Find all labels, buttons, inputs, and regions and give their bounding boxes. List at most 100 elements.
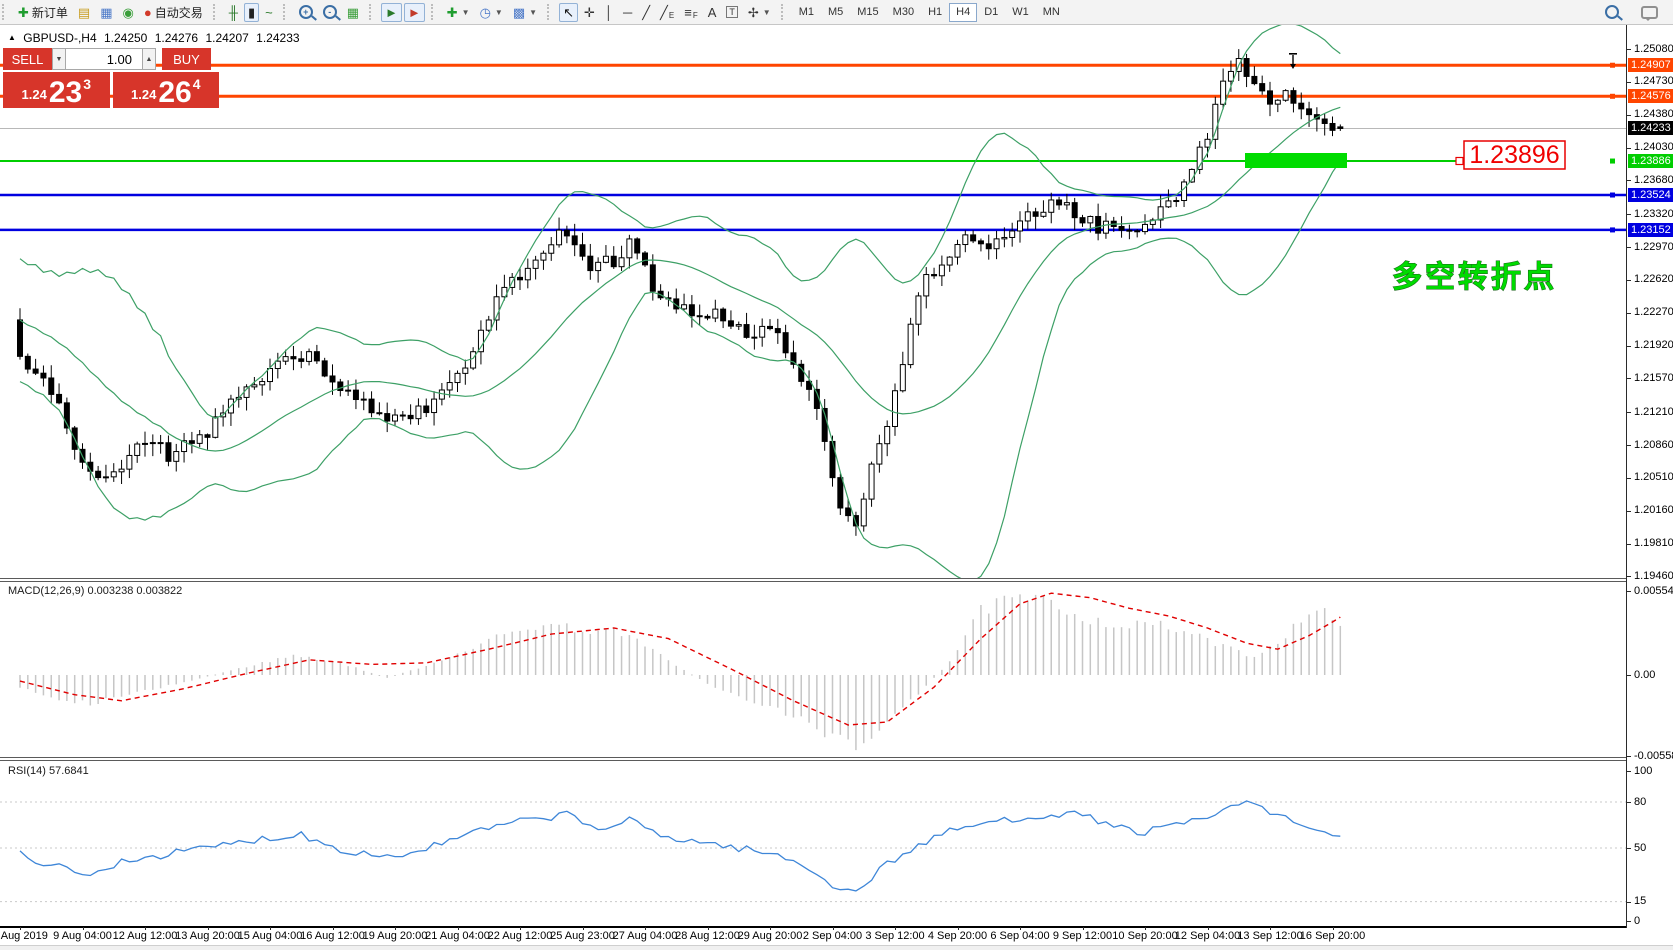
- price-tick-label: 1.25080: [1634, 43, 1673, 55]
- time-axis[interactable]: 7 Aug 20199 Aug 04:0012 Aug 12:0013 Aug …: [0, 929, 1626, 945]
- macd-signal-line: [20, 593, 1340, 725]
- chart-shift-button[interactable]: ►: [404, 3, 425, 22]
- volume-input[interactable]: [66, 48, 142, 70]
- support-zone-rectangle[interactable]: [1245, 153, 1347, 168]
- indicators-button[interactable]: ✚▼: [443, 3, 474, 22]
- market-watch-button[interactable]: ▤: [74, 3, 94, 22]
- arrows-icon: ✢: [748, 6, 759, 19]
- tile-windows-button[interactable]: ▦: [343, 3, 363, 22]
- price-axis[interactable]: 1.250801.247301.243801.240301.236801.233…: [1626, 25, 1673, 928]
- axis-tick: [1627, 445, 1631, 446]
- time-tick: [333, 927, 334, 930]
- buy-button[interactable]: BUY: [162, 48, 211, 70]
- axis-tick: [1627, 848, 1631, 849]
- axis-tick: [1627, 771, 1631, 772]
- rsi-tick-label: 80: [1634, 796, 1646, 808]
- axis-tick: [1627, 115, 1631, 116]
- rsi-tick-label: 15: [1634, 895, 1646, 907]
- toolbar-group-zoom: +-▦: [291, 0, 367, 24]
- timeframe-m5[interactable]: M5: [821, 3, 850, 22]
- panel-separator[interactable]: [0, 757, 1673, 761]
- time-tick-label: 2 Sep 04:00: [803, 930, 862, 942]
- collapse-panel-arrow[interactable]: ▲: [8, 33, 16, 42]
- price-tick-label: 1.24380: [1634, 108, 1673, 120]
- text-button[interactable]: A: [704, 3, 721, 22]
- time-tick: [1208, 927, 1209, 930]
- timeframe-m15[interactable]: M15: [850, 3, 885, 22]
- toolbar-grip: [547, 4, 551, 20]
- toolbar-group-timeframes: M1M5M15M30H1H4D1W1MN: [789, 0, 1070, 24]
- turning-point-annotation[interactable]: 多空转折点: [1392, 261, 1557, 294]
- time-tick: [208, 927, 209, 930]
- timeframe-h4[interactable]: H4: [949, 3, 977, 22]
- auto-trading-button[interactable]: ●自动交易: [140, 3, 207, 22]
- bar-chart-button[interactable]: ╫: [225, 3, 242, 22]
- timeframe-m30[interactable]: M30: [886, 3, 921, 22]
- time-tick: [895, 927, 896, 930]
- navigator-button[interactable]: ◉: [119, 3, 138, 22]
- volume-increase-button[interactable]: ▲: [142, 48, 156, 70]
- crosshair-button[interactable]: ✛: [580, 3, 599, 22]
- fibonacci-icon: ≡: [684, 6, 692, 19]
- ohlc-low: 1.24207: [205, 31, 248, 45]
- horizontal-line-icon: ─: [623, 6, 632, 19]
- axis-tick: [1627, 591, 1631, 592]
- zoom-in-button[interactable]: +: [295, 3, 317, 22]
- icon-subscript: F: [693, 11, 698, 20]
- hline-price-box: 1.23886: [1628, 154, 1673, 168]
- trendline-button[interactable]: ╱: [638, 3, 654, 22]
- auto-scroll-button[interactable]: ►: [381, 3, 402, 22]
- macd-panel-canvas[interactable]: [0, 582, 1626, 758]
- arrows-button[interactable]: ✢▼: [744, 3, 775, 22]
- horizontal-line-button[interactable]: ─: [619, 3, 636, 22]
- zoom-out-button[interactable]: -: [319, 3, 341, 22]
- timeframe-mn[interactable]: MN: [1036, 3, 1067, 22]
- trendline-icon: ╱: [642, 6, 650, 19]
- templates-button[interactable]: ▩▼: [509, 3, 541, 22]
- time-tick-label: 13 Aug 20:00: [175, 930, 240, 942]
- sell-price[interactable]: 1.24 23 3: [3, 72, 110, 108]
- time-tick-label: 7 Aug 2019: [0, 930, 48, 942]
- periods-button[interactable]: ◷▼: [476, 3, 507, 22]
- text-label-button[interactable]: T: [722, 3, 742, 22]
- timeframe-m1[interactable]: M1: [792, 3, 821, 22]
- toolbar-grip: [369, 4, 373, 20]
- new-order-button[interactable]: ✚新订单: [14, 3, 72, 22]
- fibonacci-button[interactable]: ≡F: [680, 3, 701, 22]
- axis-tick: [1627, 82, 1631, 83]
- volume-decrease-button[interactable]: ▼: [52, 48, 66, 70]
- time-tick: [145, 927, 146, 930]
- rsi-panel-canvas[interactable]: [0, 762, 1626, 928]
- candlestick-chart-button[interactable]: ▮: [244, 3, 259, 22]
- timeframe-d1[interactable]: D1: [977, 3, 1005, 22]
- one-click-trading-panel: SELL ▼ ▲ BUY 1.24 23 3 1.24 26 4: [3, 48, 219, 108]
- line-chart-button[interactable]: ~: [261, 3, 277, 22]
- time-tick: [1333, 927, 1334, 930]
- price-callout[interactable]: 1.23896: [1456, 141, 1565, 169]
- time-tick-label: 27 Aug 04:00: [613, 930, 678, 942]
- panel-separator[interactable]: [0, 578, 1673, 582]
- timeframe-w1[interactable]: W1: [1005, 3, 1036, 22]
- rsi-tick-label: 100: [1634, 765, 1652, 777]
- chat-button[interactable]: [1637, 3, 1662, 22]
- channel-button[interactable]: ╱E: [656, 3, 678, 22]
- hline-price-box: 1.23524: [1628, 188, 1673, 202]
- cursor-button[interactable]: ↖: [559, 3, 578, 22]
- time-tick-label: 29 Aug 20:00: [738, 930, 803, 942]
- sell-button[interactable]: SELL: [3, 48, 52, 70]
- time-tick-label: 12 Sep 04:00: [1175, 930, 1240, 942]
- buy-price[interactable]: 1.24 26 4: [113, 72, 220, 108]
- axis-tick: [1627, 280, 1631, 281]
- time-tick: [833, 927, 834, 930]
- main-chart-canvas[interactable]: 1.23896 多空转折点: [0, 25, 1626, 579]
- timeframe-h1[interactable]: H1: [921, 3, 949, 22]
- rsi-tick-label: 50: [1634, 842, 1646, 854]
- time-tick: [1083, 927, 1084, 930]
- horizontal-line-objects[interactable]: [0, 63, 1626, 233]
- price-tick-label: 1.21210: [1634, 406, 1673, 418]
- data-window-button[interactable]: ▦: [96, 3, 116, 22]
- vertical-line-button[interactable]: │: [601, 3, 617, 22]
- axis-tick: [1627, 313, 1631, 314]
- search-button[interactable]: [1601, 3, 1623, 22]
- toolbar-grip: [431, 4, 435, 20]
